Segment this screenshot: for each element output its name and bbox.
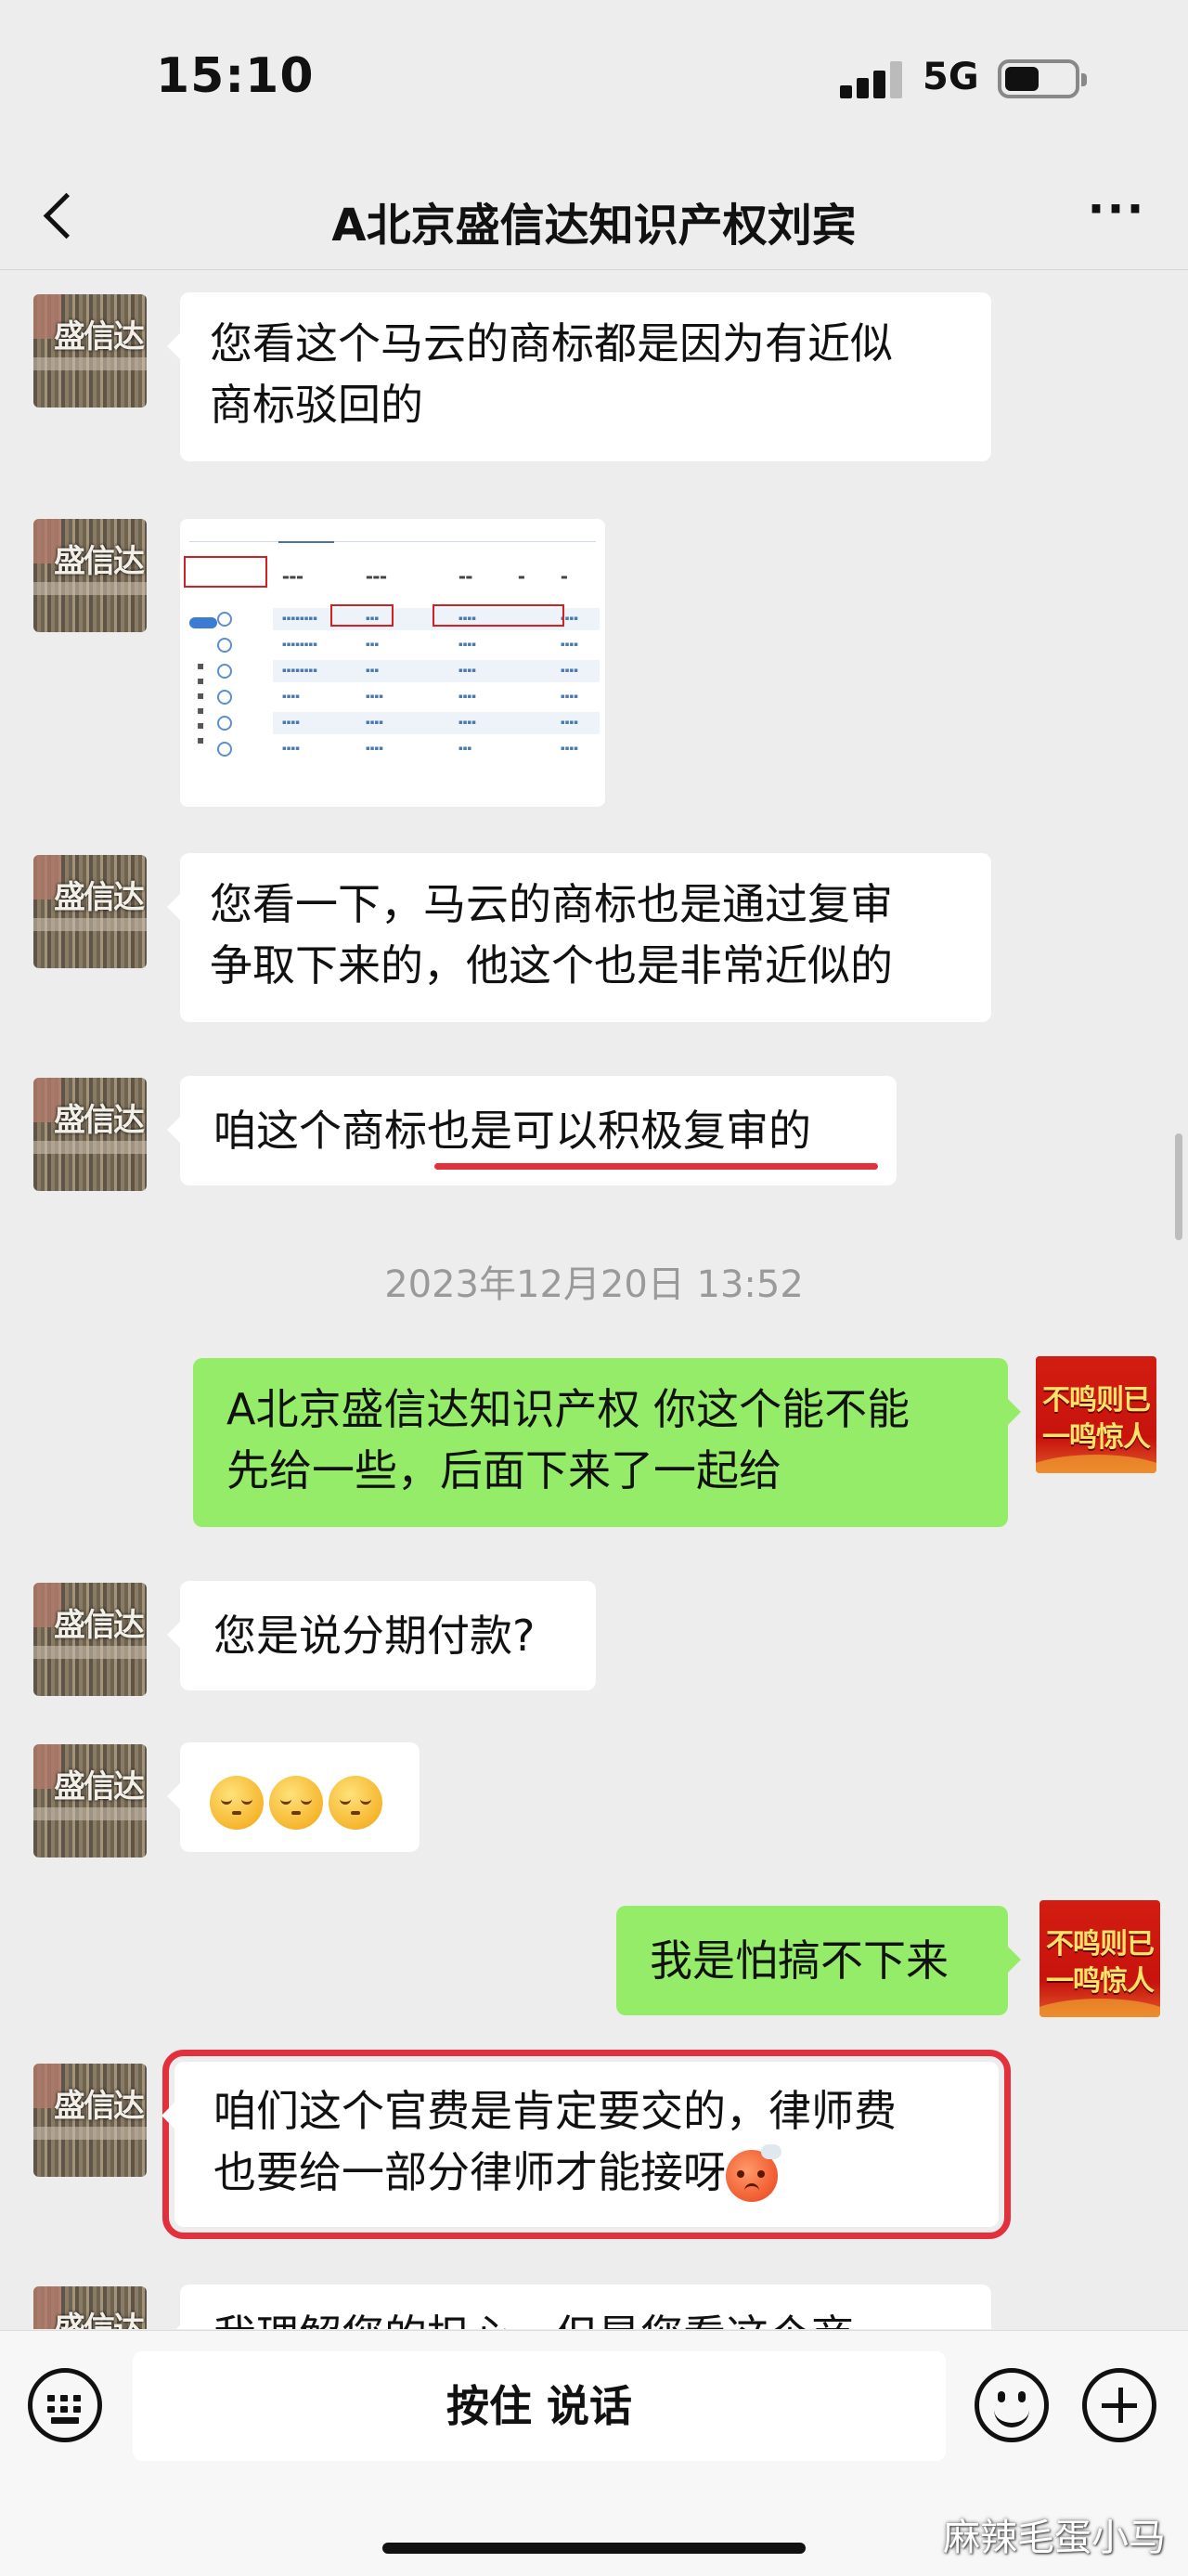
chat-title: A北京盛信达知识产权刘宾 — [331, 200, 857, 252]
chat-header: A北京盛信达知识产权刘宾 ··· — [0, 162, 1188, 270]
message-text: 咱们这个官费是肯定要交的，律师费 — [213, 2086, 897, 2136]
avatar[interactable]: 盛信达 — [33, 1078, 147, 1191]
more-options-icon[interactable]: ··· — [1084, 186, 1149, 237]
message-bubble-sent[interactable]: A北京盛信达知识产权 你这个能不能 先给一些，后面下来了一起给 — [193, 1358, 1021, 1527]
message-bubble[interactable]: 您看一下，马云的商标也是通过复审 争取下来的，他这个也是非常近似的 — [167, 853, 991, 1022]
image-highlight-box — [184, 556, 267, 588]
keyboard-icon[interactable] — [28, 2368, 102, 2442]
network-type: 5G — [923, 56, 979, 98]
message-text: 争取下来的，他这个也是非常近似的 — [210, 940, 893, 990]
image-vertical-label: ▪ ▪ ▪ ▪ ▪ ▪ — [197, 659, 205, 746]
avatar[interactable]: 盛信达 — [33, 1583, 147, 1696]
smirk-emoji-icon — [329, 1775, 382, 1830]
message-text: 先给一些，后面下来了一起给 — [226, 1445, 781, 1495]
chat-message-list[interactable]: 盛信达 您看这个马云的商标都是因为有近似 商标驳回的 盛信达 ▬▬▬ ▬▬▬ ▬▬ ▬… — [0, 270, 1188, 2329]
avatar[interactable]: 盛信达 — [33, 294, 147, 408]
battery-icon — [998, 59, 1087, 98]
message-text: 咱这个商标也是可以积极复审的 — [213, 1106, 811, 1156]
avatar[interactable]: 盛信达 — [33, 519, 147, 632]
signal-icon — [840, 61, 905, 98]
my-avatar[interactable]: 不鸣则已 一鸣惊人 — [1040, 1900, 1160, 2017]
avatar[interactable]: 盛信达 — [33, 855, 147, 968]
status-time: 15:10 — [156, 48, 315, 104]
image-table-row: ▪▪▪▪ ▪▪▪▪ ▪▪▪ ▪▪▪▪ — [273, 738, 600, 760]
angry-emoji-icon — [726, 2143, 781, 2202]
red-underline-annotation — [434, 1163, 878, 1170]
message-text: 我是怕搞不下来 — [650, 1935, 949, 1986]
image-tab-2 — [278, 524, 334, 543]
message-text: 我理解您的担心，但是您看这个商 — [213, 2305, 958, 2329]
image-table-row: ▪▪▪▪▪▪▪▪ ▪▪▪ ▪▪▪▪ ▪▪▪▪ — [273, 634, 600, 656]
image-table-row: ▪▪▪▪ ▪▪▪▪ ▪▪▪▪ ▪▪▪▪ — [273, 712, 600, 734]
message-bubble-sent[interactable]: 我是怕搞不下来 — [616, 1906, 1021, 2015]
smirk-emoji-icon — [210, 1775, 264, 1830]
message-text: 您看这个马云的商标都是因为有近似 — [210, 318, 893, 369]
avatar[interactable]: 盛信达 — [33, 2064, 147, 2177]
message-timestamp: 2023年12月20日 13:52 — [384, 1263, 804, 1306]
message-text: 也要给一部分律师才能接呀 — [213, 2147, 726, 2197]
image-table-row: ▪▪▪▪ ▪▪▪▪ ▪▪▪▪ ▪▪▪▪ — [273, 686, 600, 708]
scrollbar[interactable] — [1175, 1133, 1182, 1240]
watermark: 麻辣毛蛋小马 — [943, 2517, 1166, 2559]
avatar[interactable]: 盛信达 — [33, 2286, 147, 2329]
avatar[interactable]: 盛信达 — [33, 1744, 147, 1858]
message-bubble-highlighted[interactable]: 咱们这个官费是肯定要交的，律师费 也要给一部分律师才能接呀 — [161, 2050, 1011, 2239]
add-plus-icon[interactable] — [1082, 2368, 1156, 2442]
emoji-face-icon[interactable] — [975, 2368, 1049, 2442]
image-table-row: ▪▪▪▪▪▪▪▪ ▪▪▪ ▪▪▪▪ ▪▪▪▪ — [273, 660, 600, 682]
image-table-header: ▬▬▬ ▬▬▬ ▬▬ ▬ ▬ — [282, 573, 568, 581]
image-message-trademark-table[interactable]: ▬▬▬ ▬▬▬ ▬▬ ▬ ▬ ▪▪▪▪▪▪▪▪ ▪▪▪ ▪▪▪▪ ▪▪▪▪ ▪▪▪▪▪▪▪▪ ▪… — [180, 519, 605, 807]
input-bar: 按住 说话 麻辣毛蛋小马 — [0, 2330, 1188, 2576]
image-tab-1 — [200, 524, 247, 541]
status-bar: 15:10 5G — [0, 0, 1188, 162]
message-text: 您是说分期付款? — [213, 1611, 536, 1661]
back-chevron-icon[interactable] — [37, 183, 93, 248]
home-indicator — [382, 2543, 806, 2554]
message-bubble[interactable]: 您看这个马云的商标都是因为有近似 商标驳回的 — [167, 292, 991, 461]
message-text: A北京盛信达知识产权 你这个能不能 — [226, 1384, 910, 1434]
message-bubble[interactable]: 您是说分期付款? — [167, 1581, 596, 1690]
message-bubble-emoji[interactable] — [167, 1742, 420, 1852]
image-status-pill — [189, 617, 217, 628]
message-bubble[interactable]: 我理解您的担心，但是您看这个商 — [167, 2285, 991, 2329]
smirk-emoji-icon — [269, 1775, 323, 1830]
my-avatar[interactable]: 不鸣则已 一鸣惊人 — [1036, 1356, 1156, 1473]
message-text: 您看一下，马云的商标也是通过复审 — [210, 879, 893, 929]
message-text: 商标驳回的 — [210, 380, 423, 430]
hold-to-talk-button[interactable]: 按住 说话 — [133, 2351, 946, 2461]
